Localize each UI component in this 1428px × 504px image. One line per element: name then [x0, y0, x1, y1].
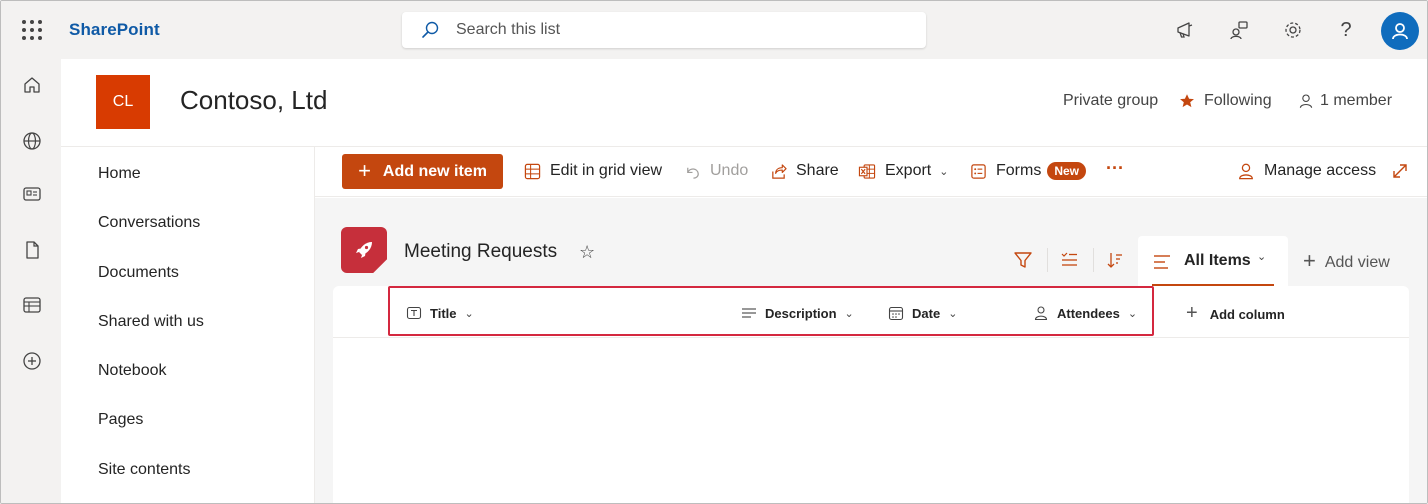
view-lines-icon — [1154, 255, 1170, 269]
app-launcher-icon[interactable] — [20, 18, 44, 42]
megaphone-icon[interactable] — [1170, 15, 1200, 45]
nav-item-site-contents[interactable]: Site contents — [98, 461, 191, 479]
rocket-icon — [341, 227, 387, 273]
user-avatar[interactable] — [1381, 12, 1419, 50]
favorite-star-icon[interactable]: ☆ — [579, 242, 595, 263]
plus-icon: + — [1303, 248, 1316, 273]
person-icon — [1299, 94, 1313, 108]
plus-icon: + — [358, 157, 371, 183]
manage-access-label: Manage access — [1264, 162, 1377, 179]
home-icon[interactable] — [20, 73, 44, 97]
person-icon — [1239, 163, 1253, 180]
gear-icon[interactable] — [1278, 15, 1308, 45]
edit-grid-button[interactable]: Edit in grid view — [524, 162, 662, 180]
create-icon[interactable] — [20, 349, 44, 373]
nav-item-documents[interactable]: Documents — [98, 264, 179, 282]
undo-button[interactable]: Undo — [684, 162, 748, 180]
news-icon[interactable] — [20, 182, 44, 206]
list-title[interactable]: Meeting Requests — [404, 241, 557, 263]
undo-icon — [687, 167, 699, 179]
app-window: SharePoint ? — [0, 0, 1428, 504]
globe-icon[interactable] — [20, 129, 44, 153]
add-column-button[interactable]: + Add column — [1186, 302, 1285, 325]
list-grid: Title ⌄ Description ⌄ Date ⌄ Attendees ⌄… — [333, 286, 1409, 503]
export-label: Export — [885, 162, 932, 179]
forms-icon — [971, 163, 986, 179]
add-view-button[interactable]: + Add view — [1303, 248, 1390, 274]
file-icon[interactable] — [20, 238, 44, 262]
lists-icon[interactable] — [20, 293, 44, 317]
following-button[interactable]: Following — [1179, 92, 1272, 110]
people-chat-icon[interactable] — [1224, 15, 1254, 45]
expand-icon[interactable] — [1390, 161, 1419, 181]
app-rail — [1, 59, 61, 503]
search-input[interactable] — [456, 21, 876, 39]
chevron-down-icon: ⌄ — [1257, 251, 1267, 263]
search-icon — [422, 21, 439, 38]
following-label: Following — [1204, 92, 1272, 109]
forms-label: Forms — [996, 162, 1042, 179]
column-headers-highlight — [388, 286, 1154, 336]
view-label: All Items — [1184, 252, 1251, 269]
toolbar-divider — [1047, 248, 1048, 272]
edit-grid-label: Edit in grid view — [550, 162, 663, 179]
nav-item-home[interactable]: Home — [98, 165, 141, 183]
more-options-button[interactable]: ··· — [1106, 158, 1124, 179]
filter-icon[interactable] — [1011, 248, 1035, 272]
members-button[interactable]: 1 member — [1298, 92, 1392, 110]
site-navigation: Home Conversations Documents Shared with… — [61, 147, 315, 503]
header-divider — [333, 337, 1409, 338]
site-title[interactable]: Contoso, Ltd — [180, 85, 327, 116]
share-button[interactable]: Share — [770, 162, 839, 180]
sort-icon[interactable] — [1103, 248, 1127, 272]
nav-item-notebook[interactable]: Notebook — [98, 362, 167, 380]
manage-access-button[interactable]: Manage access — [1237, 162, 1376, 180]
excel-icon — [858, 163, 876, 179]
grid-icon — [524, 163, 541, 179]
site-header: CL Contoso, Ltd Private group Following … — [61, 59, 1427, 147]
members-label: 1 member — [1320, 92, 1393, 109]
help-icon[interactable]: ? — [1331, 15, 1361, 45]
list-content: Meeting Requests ☆ All Items ⌄ + Add vie… — [315, 198, 1427, 503]
nav-item-pages[interactable]: Pages — [98, 411, 143, 429]
group-list-icon[interactable] — [1057, 248, 1081, 272]
chevron-down-icon: ⌄ — [939, 165, 949, 178]
star-filled-icon — [1180, 94, 1194, 108]
nav-item-conversations[interactable]: Conversations — [98, 214, 200, 232]
forms-button[interactable]: Forms New — [970, 162, 1087, 180]
view-selector-all-items[interactable]: All Items ⌄ — [1138, 236, 1288, 288]
add-column-label: Add column — [1209, 307, 1285, 322]
new-badge: New — [1047, 162, 1087, 180]
add-new-item-label: Add new item — [382, 162, 487, 180]
add-view-label: Add view — [1324, 253, 1390, 271]
add-new-item-button[interactable]: + Add new item — [342, 154, 503, 189]
plus-icon: + — [1186, 302, 1198, 324]
share-icon — [772, 163, 787, 179]
search-box[interactable] — [402, 12, 926, 48]
share-label: Share — [796, 162, 839, 179]
undo-label: Undo — [710, 162, 749, 179]
toolbar-divider — [1093, 248, 1094, 272]
command-bar: + Add new item Edit in grid view Undo Sh… — [315, 147, 1427, 197]
suite-bar: SharePoint ? — [1, 1, 1427, 59]
export-button[interactable]: Export ⌄ — [858, 162, 948, 180]
site-logo[interactable]: CL — [96, 75, 150, 129]
privacy-label: Private group — [1063, 92, 1159, 109]
brand-name[interactable]: SharePoint — [69, 20, 160, 40]
nav-item-shared-with-us[interactable]: Shared with us — [98, 313, 204, 331]
